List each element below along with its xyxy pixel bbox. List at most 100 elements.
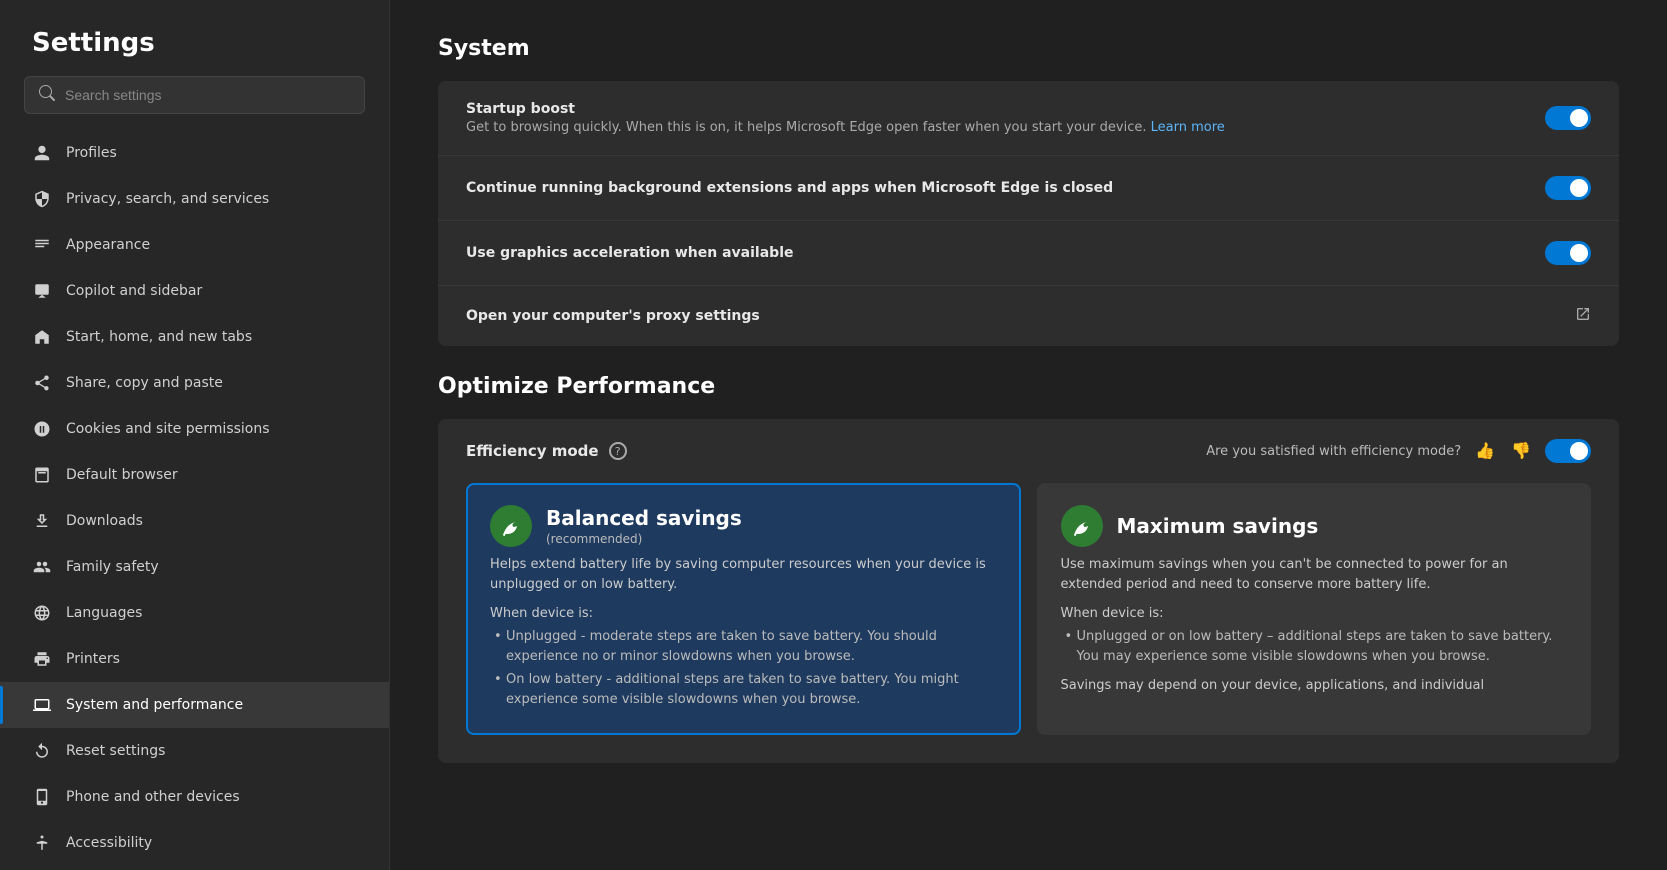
sidebar-item-start-home[interactable]: Start, home, and new tabs — [0, 314, 389, 360]
sidebar-item-phone-devices[interactable]: Phone and other devices — [0, 774, 389, 820]
search-icon — [39, 85, 55, 105]
family-safety-icon — [32, 557, 52, 577]
setting-label-startup-boost: Startup boost — [466, 101, 1545, 117]
sidebar-item-accessibility[interactable]: Accessibility — [0, 820, 389, 866]
sidebar-item-label-system-performance: System and performance — [66, 697, 243, 713]
reset-settings-icon — [32, 741, 52, 761]
sidebar-item-label-privacy: Privacy, search, and services — [66, 191, 269, 207]
mode-extra-maximum: Savings may depend on your device, appli… — [1061, 676, 1568, 696]
sidebar-item-cookies[interactable]: Cookies and site permissions — [0, 406, 389, 452]
sidebar-nav: Profiles Privacy, search, and services App… — [0, 130, 389, 866]
cookies-icon — [32, 419, 52, 439]
sidebar-item-printers[interactable]: Printers — [0, 636, 389, 682]
setting-label-graphics-acceleration: Use graphics acceleration when available — [466, 245, 1545, 261]
mode-desc-maximum: Use maximum savings when you can't be co… — [1061, 555, 1568, 594]
sidebar-item-copilot[interactable]: Copilot and sidebar — [0, 268, 389, 314]
setting-row-background-extensions: Continue running background extensions a… — [438, 156, 1619, 221]
sidebar-item-label-copilot: Copilot and sidebar — [66, 283, 202, 299]
setting-row-startup-boost: Startup boost Get to browsing quickly. Wh… — [438, 81, 1619, 156]
mode-card-maximum[interactable]: Maximum savings Use maximum savings when … — [1037, 483, 1592, 735]
sidebar-item-languages[interactable]: Languages — [0, 590, 389, 636]
setting-label-proxy-settings: Open your computer's proxy settings — [466, 308, 1575, 324]
share-copy-icon — [32, 373, 52, 393]
toggle-slider-background-extensions — [1545, 176, 1591, 200]
efficiency-title-row: Efficiency mode ? — [466, 442, 627, 460]
system-performance-icon — [32, 695, 52, 715]
setting-text-background-extensions: Continue running background extensions a… — [466, 180, 1545, 196]
sidebar-item-label-downloads: Downloads — [66, 513, 143, 529]
efficiency-toggle[interactable] — [1545, 439, 1591, 463]
mode-bullets-maximum: Unplugged or on low battery – additional… — [1061, 627, 1568, 666]
copilot-icon — [32, 281, 52, 301]
sidebar-item-system-performance[interactable]: System and performance — [0, 682, 389, 728]
sidebar-item-privacy[interactable]: Privacy, search, and services — [0, 176, 389, 222]
toggle-background-extensions[interactable] — [1545, 176, 1591, 200]
mode-card-balanced[interactable]: Balanced savings (recommended) Helps exten… — [466, 483, 1021, 735]
system-title: System — [438, 36, 1619, 61]
mode-title-block-balanced: Balanced savings (recommended) — [546, 506, 742, 546]
sidebar-item-appearance[interactable]: Appearance — [0, 222, 389, 268]
toggle-slider-startup-boost — [1545, 106, 1591, 130]
toggle-graphics-acceleration[interactable] — [1545, 241, 1591, 265]
external-link-icon-proxy-settings[interactable] — [1575, 306, 1591, 326]
mode-card-header-maximum: Maximum savings — [1061, 505, 1568, 547]
mode-title-block-maximum: Maximum savings — [1117, 514, 1319, 538]
printers-icon — [32, 649, 52, 669]
sidebar-item-family-safety[interactable]: Family safety — [0, 544, 389, 590]
setting-row-graphics-acceleration: Use graphics acceleration when available — [438, 221, 1619, 286]
mode-title-maximum: Maximum savings — [1117, 514, 1319, 538]
downloads-icon — [32, 511, 52, 531]
privacy-icon — [32, 189, 52, 209]
mode-subtitle-balanced: (recommended) — [546, 532, 742, 546]
mode-when-maximum: When device is: — [1061, 606, 1568, 621]
efficiency-header: Efficiency mode ? Are you satisfied with… — [466, 439, 1591, 463]
mode-bullet-item: Unplugged - moderate steps are taken to … — [490, 627, 997, 666]
setting-link-startup-boost[interactable]: Learn more — [1151, 120, 1225, 135]
start-home-icon — [32, 327, 52, 347]
sidebar-item-label-printers: Printers — [66, 651, 120, 667]
profiles-icon — [32, 143, 52, 163]
default-browser-icon — [32, 465, 52, 485]
performance-section: Optimize Performance Efficiency mode ? A… — [438, 374, 1619, 763]
mode-bullets-balanced: Unplugged - moderate steps are taken to … — [490, 627, 997, 709]
mode-card-header-balanced: Balanced savings (recommended) — [490, 505, 997, 547]
feedback-row: Are you satisfied with efficiency mode? … — [1206, 439, 1591, 463]
mode-bullet-item: On low battery - additional steps are ta… — [490, 670, 997, 709]
mode-desc-balanced: Helps extend battery life by saving comp… — [490, 555, 997, 594]
efficiency-toggle-slider — [1545, 439, 1591, 463]
mode-when-balanced: When device is: — [490, 606, 997, 621]
phone-devices-icon — [32, 787, 52, 807]
toggle-startup-boost[interactable] — [1545, 106, 1591, 130]
thumbs-up-button[interactable]: 👍 — [1473, 439, 1497, 463]
setting-row-proxy-settings: Open your computer's proxy settings — [438, 286, 1619, 346]
sidebar-item-share-copy[interactable]: Share, copy and paste — [0, 360, 389, 406]
sidebar-item-reset-settings[interactable]: Reset settings — [0, 728, 389, 774]
mode-cards: Balanced savings (recommended) Helps exten… — [466, 483, 1591, 735]
sidebar-item-downloads[interactable]: Downloads — [0, 498, 389, 544]
mode-icon-maximum — [1061, 505, 1103, 547]
sidebar-item-label-appearance: Appearance — [66, 237, 150, 253]
sidebar: Settings ProfilesPrivacy, search, and se… — [0, 0, 390, 870]
efficiency-title: Efficiency mode — [466, 442, 599, 460]
accessibility-icon — [32, 833, 52, 853]
setting-desc-startup-boost: Get to browsing quickly. When this is on… — [466, 120, 1545, 135]
mode-title-balanced: Balanced savings — [546, 506, 742, 530]
sidebar-item-label-start-home: Start, home, and new tabs — [66, 329, 252, 345]
sidebar-item-label-family-safety: Family safety — [66, 559, 159, 575]
thumbs-down-button[interactable]: 👎 — [1509, 439, 1533, 463]
help-icon[interactable]: ? — [609, 442, 627, 460]
sidebar-item-label-accessibility: Accessibility — [66, 835, 152, 851]
search-box[interactable] — [24, 76, 365, 114]
toggle-slider-graphics-acceleration — [1545, 241, 1591, 265]
sidebar-item-label-phone-devices: Phone and other devices — [66, 789, 240, 805]
mode-icon-balanced — [490, 505, 532, 547]
sidebar-item-profiles[interactable]: Profiles — [0, 130, 389, 176]
sidebar-item-label-reset-settings: Reset settings — [66, 743, 165, 759]
sidebar-item-label-cookies: Cookies and site permissions — [66, 421, 270, 437]
efficiency-card: Efficiency mode ? Are you satisfied with… — [438, 419, 1619, 763]
sidebar-item-label-profiles: Profiles — [66, 145, 117, 161]
setting-text-startup-boost: Startup boost Get to browsing quickly. Wh… — [466, 101, 1545, 135]
feedback-text: Are you satisfied with efficiency mode? — [1206, 444, 1461, 459]
sidebar-item-default-browser[interactable]: Default browser — [0, 452, 389, 498]
search-input[interactable] — [65, 87, 350, 103]
